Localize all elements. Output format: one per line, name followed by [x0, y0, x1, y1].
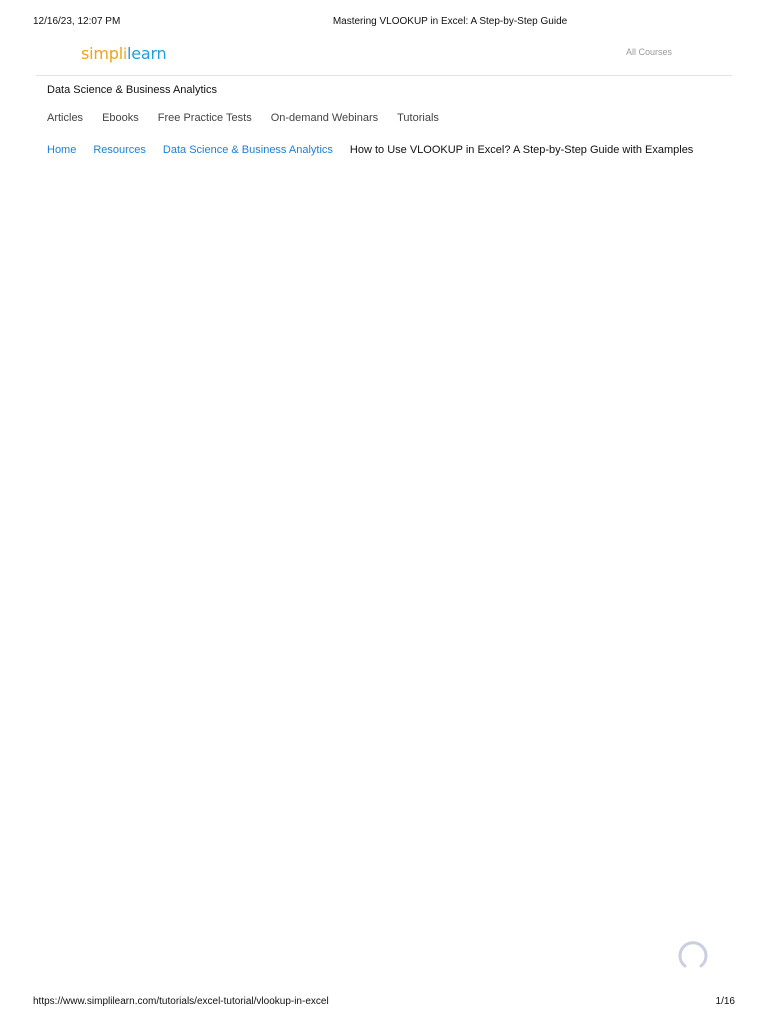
logo-part-1: simpl — [81, 44, 123, 63]
subnav-item-free-practice-tests[interactable]: Free Practice Tests — [158, 112, 252, 124]
print-footer: https://www.simplilearn.com/tutorials/ex… — [33, 996, 735, 1010]
breadcrumb-data-science[interactable]: Data Science & Business Analytics — [163, 144, 333, 156]
breadcrumb-home[interactable]: Home — [47, 144, 76, 156]
loading-spinner-icon — [678, 941, 708, 968]
breadcrumb-resources[interactable]: Resources — [93, 144, 146, 156]
all-courses-link[interactable]: All Courses — [626, 47, 672, 57]
print-page-title: Mastering VLOOKUP in Excel: A Step-by-St… — [332, 16, 568, 27]
subnav-item-on-demand-webinars[interactable]: On-demand Webinars — [271, 112, 378, 124]
logo-part-2: learn — [126, 44, 167, 63]
simplilearn-logo[interactable]: simplilearn — [81, 44, 167, 63]
sub-navigation: Articles Ebooks Free Practice Tests On-d… — [47, 112, 458, 124]
subnav-item-tutorials[interactable]: Tutorials — [397, 112, 439, 124]
print-page-indicator: 1/16 — [715, 996, 735, 1007]
site-header: simplilearn All Courses — [36, 36, 732, 76]
section-title: Data Science & Business Analytics — [47, 84, 217, 96]
breadcrumb: Home Resources Data Science & Business A… — [47, 144, 693, 156]
breadcrumb-current-page: How to Use VLOOKUP in Excel? A Step-by-S… — [349, 144, 694, 156]
print-header: 12/16/23, 12:07 PM Mastering VLOOKUP in … — [33, 16, 735, 30]
subnav-item-articles[interactable]: Articles — [47, 112, 83, 124]
subnav-item-ebooks[interactable]: Ebooks — [102, 112, 139, 124]
print-url: https://www.simplilearn.com/tutorials/ex… — [33, 996, 329, 1007]
page: 12/16/23, 12:07 PM Mastering VLOOKUP in … — [0, 0, 768, 1024]
